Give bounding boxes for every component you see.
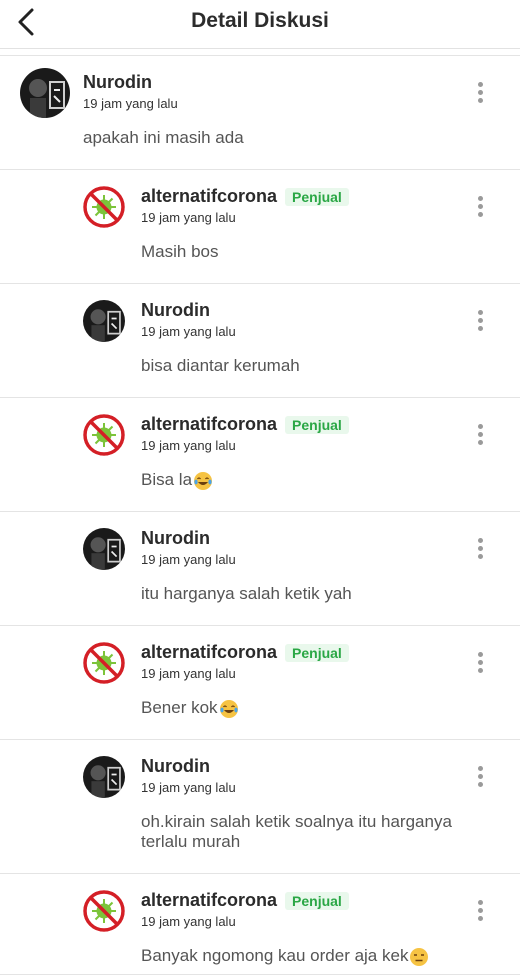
no-virus-icon — [83, 890, 125, 932]
more-options-button[interactable] — [468, 77, 492, 107]
message-text: Masih bos — [141, 242, 481, 262]
message-text: apakah ini masih ada — [83, 128, 244, 147]
message-body: Bisa la — [141, 470, 193, 489]
seller-badge: Penjual — [285, 891, 349, 910]
more-vert-icon — [477, 651, 483, 657]
avatar[interactable] — [20, 68, 70, 118]
avatar[interactable] — [83, 890, 125, 932]
more-vert-icon — [477, 81, 483, 87]
author-name[interactable]: alternatifcorona — [141, 186, 277, 207]
more-vert-icon — [477, 765, 483, 771]
avatar[interactable] — [83, 756, 125, 798]
expressionless-emoji-icon — [410, 947, 429, 966]
more-options-button[interactable] — [468, 419, 492, 449]
reply-item: alternatifcorona Penjual 19 jam yang lalu M… — [0, 170, 520, 284]
more-vert-icon — [477, 899, 483, 905]
buyer-avatar-icon — [83, 528, 125, 570]
author-name[interactable]: alternatifcorona — [141, 414, 277, 435]
message-body: Bener kok — [141, 698, 218, 717]
buyer-avatar-icon — [83, 300, 125, 342]
more-options-button[interactable] — [468, 647, 492, 677]
more-vert-icon — [477, 195, 483, 201]
no-virus-icon — [83, 414, 125, 456]
message-body: bisa diantar kerumah — [141, 356, 300, 375]
timestamp: 19 jam yang lalu — [141, 914, 236, 929]
page-title: Detail Diskusi — [191, 9, 329, 32]
reply-item: alternatifcorona Penjual 19 jam yang lalu B… — [0, 398, 520, 512]
timestamp: 19 jam yang lalu — [141, 438, 236, 453]
more-options-button[interactable] — [468, 895, 492, 925]
message-text: itu harganya salah ketik yah — [141, 584, 481, 604]
avatar[interactable] — [83, 528, 125, 570]
more-options-button[interactable] — [468, 191, 492, 221]
avatar[interactable] — [83, 414, 125, 456]
author-name[interactable]: Nurodin — [141, 300, 210, 321]
message-body: itu harganya salah ketik yah — [141, 584, 352, 603]
timestamp: 19 jam yang lalu — [141, 666, 236, 681]
seller-badge: Penjual — [285, 415, 349, 434]
message-text: Banyak ngomong kau order aja kek — [141, 946, 481, 967]
message-text: oh.kirain salah ketik soalnya itu hargan… — [141, 812, 481, 852]
tears-of-joy-emoji-icon — [194, 471, 213, 490]
timestamp: 19 jam yang lalu — [141, 324, 236, 339]
no-virus-icon — [83, 642, 125, 684]
more-options-button[interactable] — [468, 761, 492, 791]
message-body: Banyak ngomong kau order aja kek — [141, 946, 409, 965]
reply-item: alternatifcorona Penjual 19 jam yang lalu B… — [0, 626, 520, 740]
avatar[interactable] — [83, 642, 125, 684]
buyer-avatar-icon — [83, 756, 125, 798]
message-text: Bener kok — [141, 698, 481, 719]
reply-list: alternatifcorona Penjual 19 jam yang lalu M… — [0, 170, 520, 975]
timestamp: 19 jam yang lalu — [141, 780, 236, 795]
author-name[interactable]: Nurodin — [141, 756, 210, 777]
no-virus-icon — [83, 186, 125, 228]
main-question: Nurodin 19 jam yang lalu apakah ini masi… — [0, 56, 520, 170]
more-vert-icon — [477, 423, 483, 429]
seller-badge: Penjual — [285, 643, 349, 662]
discussion-list: Nurodin 19 jam yang lalu apakah ini masi… — [0, 56, 520, 975]
more-options-button[interactable] — [468, 533, 492, 563]
timestamp: 19 jam yang lalu — [83, 96, 178, 111]
message-body: Masih bos — [141, 242, 219, 261]
message-text: Bisa la — [141, 470, 481, 491]
more-options-button[interactable] — [468, 305, 492, 335]
more-vert-icon — [477, 309, 483, 315]
tears-of-joy-emoji-icon — [219, 699, 238, 718]
message-body: oh.kirain salah ketik soalnya itu hargan… — [141, 812, 457, 851]
avatar[interactable] — [83, 300, 125, 342]
message-text: bisa diantar kerumah — [141, 356, 481, 376]
avatar[interactable] — [83, 186, 125, 228]
reply-item: Nurodin 19 jam yang lalu itu harganya sala… — [0, 512, 520, 626]
author-name[interactable]: Nurodin — [141, 528, 210, 549]
author-name[interactable]: alternatifcorona — [141, 890, 277, 911]
author-name[interactable]: alternatifcorona — [141, 642, 277, 663]
author-name[interactable]: Nurodin — [83, 72, 152, 93]
timestamp: 19 jam yang lalu — [141, 210, 236, 225]
top-bar: Detail Diskusi — [0, 0, 520, 49]
reply-item: Nurodin 19 jam yang lalu bisa diantar keru… — [0, 284, 520, 398]
seller-badge: Penjual — [285, 187, 349, 206]
reply-item: Nurodin 19 jam yang lalu oh.kirain salah k… — [0, 740, 520, 874]
buyer-avatar-icon — [20, 68, 70, 118]
more-vert-icon — [477, 537, 483, 543]
timestamp: 19 jam yang lalu — [141, 552, 236, 567]
